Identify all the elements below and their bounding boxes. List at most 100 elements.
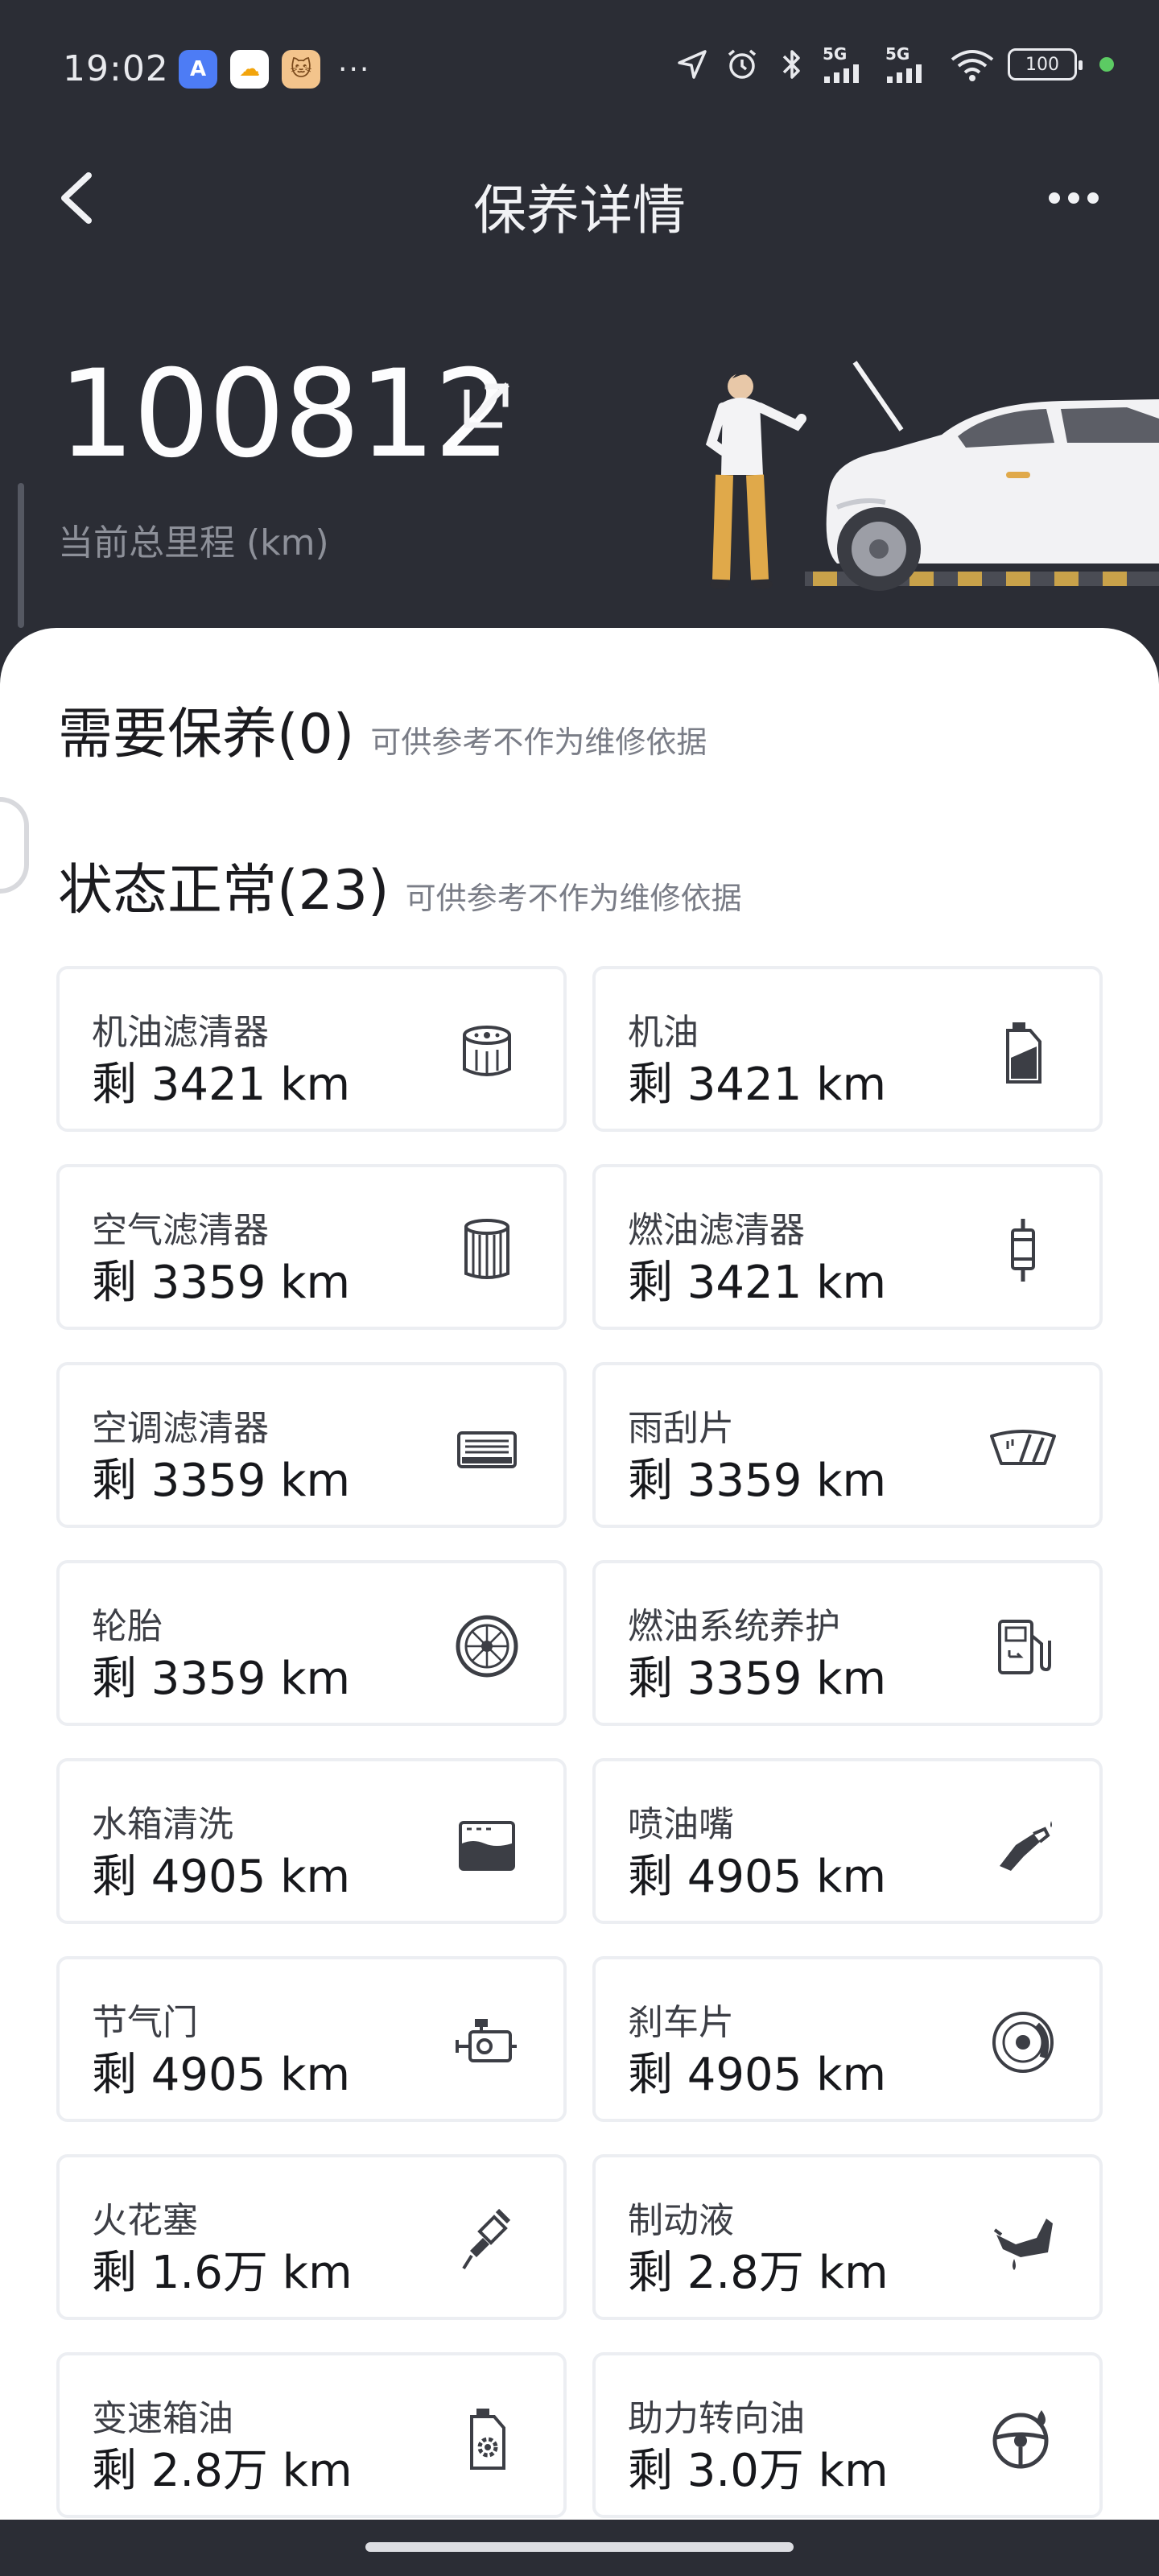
section-normal-status: 状态正常(23) 可供参考不作为维修依据	[58, 845, 742, 925]
status-bar: 19:02 A ☁ 🐱 ··· 5G 5G 100	[0, 0, 1159, 145]
dot-icon	[1049, 192, 1060, 204]
item-remaining: 剩 3359 km	[92, 1257, 351, 1309]
network-type-label: 5G	[823, 44, 848, 64]
section-note: 可供参考不作为维修依据	[370, 724, 707, 760]
item-remaining: 剩 3421 km	[92, 1059, 351, 1111]
status-app-icons: A ☁ 🐱 ···	[179, 50, 370, 89]
item-name: 水箱清洗	[92, 1804, 233, 1845]
steering-oil-icon	[988, 2404, 1058, 2473]
privacy-dot-icon	[1099, 57, 1114, 72]
throttle-icon	[452, 2008, 522, 2077]
edit-mileage-icon[interactable]	[456, 374, 520, 438]
battery-indicator: 100	[1008, 48, 1083, 80]
item-remaining: 剩 1.6万 km	[92, 2247, 353, 2299]
item-remaining: 剩 3421 km	[628, 1059, 887, 1111]
edge-swipe-handle[interactable]	[0, 797, 29, 894]
page-title: 保养详情	[473, 180, 686, 242]
status-time: 19:02	[63, 48, 169, 89]
gear-oil-icon	[452, 2404, 522, 2473]
item-remaining: 剩 3.0万 km	[628, 2445, 889, 2497]
more-options-button[interactable]	[1033, 169, 1114, 227]
brake-fluid-icon	[988, 2206, 1058, 2275]
item-name: 轮胎	[92, 1606, 163, 1647]
item-name: 机油	[628, 1012, 699, 1053]
spark-plug-icon	[452, 2206, 522, 2275]
maintenance-item-card[interactable]: 轮胎 剩 3359 km	[56, 1560, 567, 1726]
item-remaining: 剩 2.8万 km	[628, 2247, 889, 2299]
maintenance-item-card[interactable]: 变速箱油 剩 2.8万 km	[56, 2352, 567, 2518]
item-name: 刹车片	[628, 2002, 734, 2043]
item-remaining: 剩 3421 km	[628, 1257, 887, 1309]
section-need-maintenance: 需要保养(0) 可供参考不作为维修依据	[58, 689, 707, 769]
item-remaining: 剩 2.8万 km	[92, 2445, 353, 2497]
item-remaining: 剩 3359 km	[92, 1653, 351, 1705]
maintenance-item-card[interactable]: 制动液 剩 2.8万 km	[592, 2154, 1103, 2320]
item-remaining: 剩 3359 km	[92, 1455, 351, 1507]
brake-disc-icon	[988, 2008, 1058, 2077]
item-name: 燃油系统养护	[628, 1606, 840, 1647]
more-notifications-icon: ···	[338, 52, 371, 86]
oil-filter-icon	[452, 1018, 522, 1087]
item-name: 空气滤清器	[92, 1210, 269, 1251]
app-a-icon: A	[179, 50, 217, 89]
item-remaining: 剩 3359 km	[628, 1653, 887, 1705]
wifi-icon	[948, 45, 996, 84]
oil-can-icon	[988, 1018, 1058, 1087]
maintenance-item-card[interactable]: 助力转向油 剩 3.0万 km	[592, 2352, 1103, 2518]
total-mileage-label: 当前总里程 (km)	[58, 522, 329, 564]
maintenance-item-card[interactable]: 空调滤清器 剩 3359 km	[56, 1362, 567, 1528]
home-indicator[interactable]	[365, 2542, 794, 2552]
total-mileage-value: 100812	[58, 345, 511, 485]
maintenance-item-card[interactable]: 喷油嘴 剩 4905 km	[592, 1758, 1103, 1924]
maintenance-item-card[interactable]: 刹车片 剩 4905 km	[592, 1956, 1103, 2122]
item-name: 机油滤清器	[92, 1012, 269, 1053]
radiator-icon	[452, 1810, 522, 1879]
section-title: 状态正常(23)	[58, 859, 390, 923]
maintenance-item-card[interactable]: 空气滤清器 剩 3359 km	[56, 1164, 567, 1330]
maintenance-item-card[interactable]: 节气门 剩 4905 km	[56, 1956, 567, 2122]
item-name: 节气门	[92, 2002, 198, 2043]
dot-icon	[1068, 192, 1079, 204]
wiper-icon	[988, 1414, 1058, 1483]
item-name: 制动液	[628, 2200, 734, 2241]
signal-2-icon: 5G	[885, 45, 937, 84]
maintenance-items-grid: 机油滤清器 剩 3421 km 机油 剩 3421 km 空气滤清器 剩 335…	[56, 966, 1103, 2518]
fuel-pump-icon	[988, 1612, 1058, 1681]
weather-app-icon: ☁	[230, 50, 269, 89]
section-note: 可供参考不作为维修依据	[405, 881, 742, 916]
location-icon	[673, 45, 711, 84]
signal-1-icon: 5G	[823, 45, 874, 84]
item-remaining: 剩 4905 km	[628, 1851, 887, 1903]
item-remaining: 剩 3359 km	[628, 1455, 887, 1507]
status-indicators: 5G 5G 100	[673, 45, 1114, 84]
item-name: 雨刮片	[628, 1408, 734, 1449]
maintenance-item-card[interactable]: 机油 剩 3421 km	[592, 966, 1103, 1132]
cat-app-icon: 🐱	[282, 50, 320, 89]
ac-filter-icon	[452, 1414, 522, 1483]
fuel-filter-icon	[988, 1216, 1058, 1285]
item-name: 变速箱油	[92, 2398, 233, 2439]
maintenance-item-card[interactable]: 雨刮片 剩 3359 km	[592, 1362, 1103, 1528]
tire-icon	[452, 1612, 522, 1681]
item-remaining: 剩 4905 km	[628, 2049, 887, 2101]
item-name: 燃油滤清器	[628, 1210, 805, 1251]
item-name: 助力转向油	[628, 2398, 805, 2439]
maintenance-item-card[interactable]: 机油滤清器 剩 3421 km	[56, 966, 567, 1132]
maintenance-item-card[interactable]: 火花塞 剩 1.6万 km	[56, 2154, 567, 2320]
maintenance-item-card[interactable]: 燃油滤清器 剩 3421 km	[592, 1164, 1103, 1330]
maintenance-item-card[interactable]: 水箱清洗 剩 4905 km	[56, 1758, 567, 1924]
item-name: 空调滤清器	[92, 1408, 269, 1449]
network-type-label: 5G	[885, 44, 910, 64]
mileage-hero: 100812 当前总里程 (km)	[0, 306, 1159, 660]
maintenance-item-card[interactable]: 燃油系统养护 剩 3359 km	[592, 1560, 1103, 1726]
hero-scroll-indicator	[18, 483, 24, 628]
item-remaining: 剩 4905 km	[92, 2049, 351, 2101]
nav-bar: 保养详情	[0, 153, 1159, 242]
dot-icon	[1087, 192, 1099, 204]
item-name: 喷油嘴	[628, 1804, 734, 1845]
bluetooth-icon	[773, 45, 811, 84]
item-remaining: 剩 4905 km	[92, 1851, 351, 1903]
air-filter-icon	[452, 1216, 522, 1285]
alarm-icon	[723, 45, 761, 84]
section-title: 需要保养(0)	[58, 703, 355, 766]
